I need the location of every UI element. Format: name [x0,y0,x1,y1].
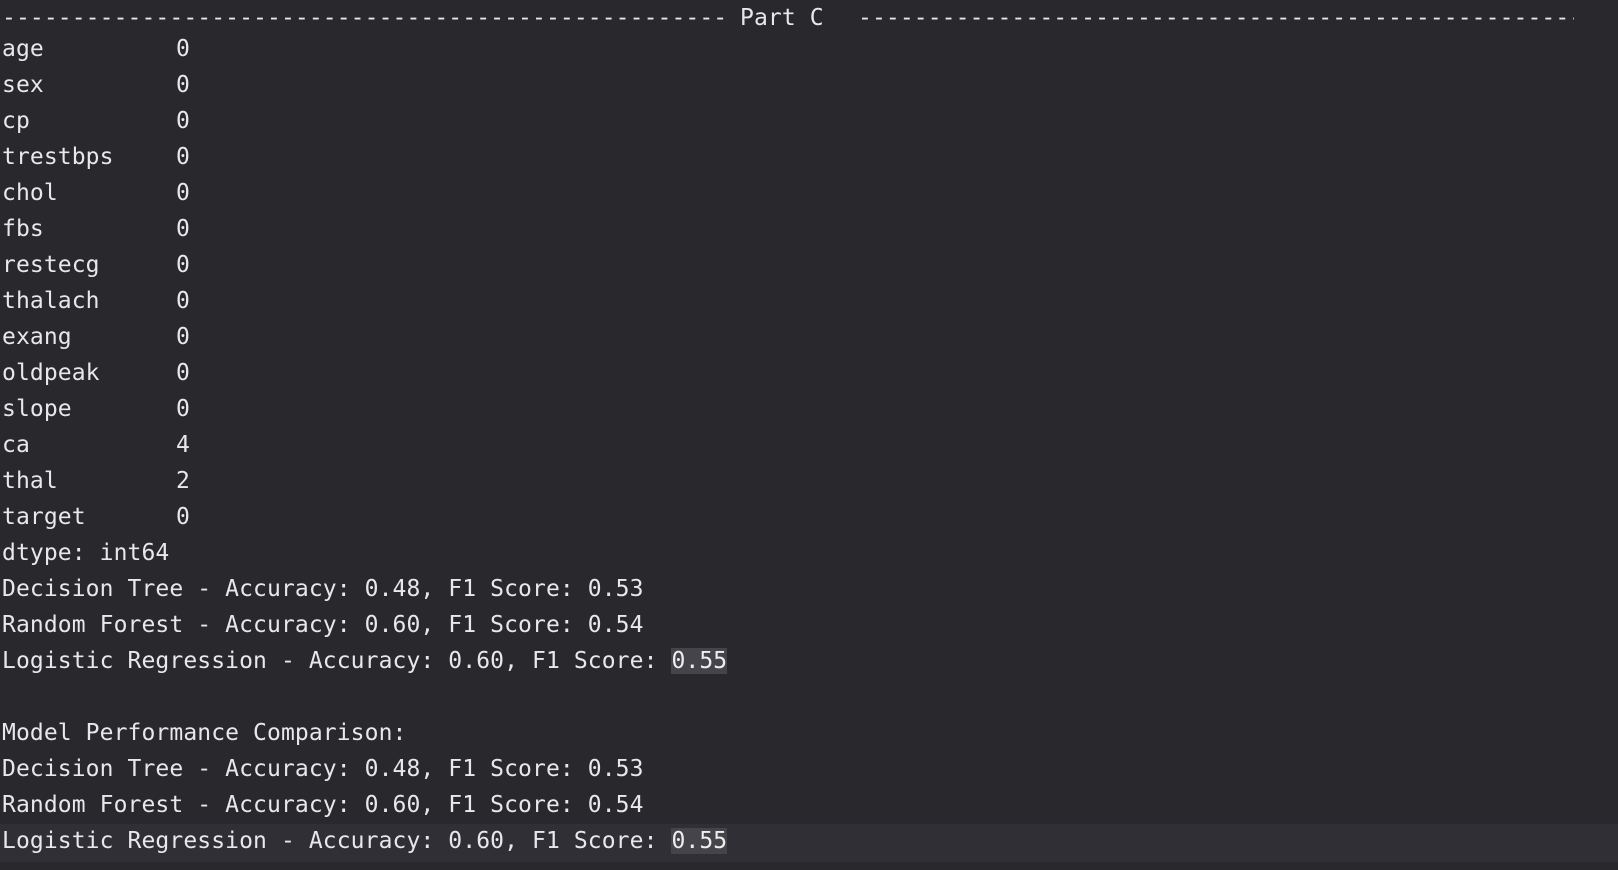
feature-name: age [2,36,44,62]
feature-name: exang [2,324,72,350]
feature-name: cp [2,108,30,134]
missing-count: 0 [176,216,190,242]
result-line: Random Forest - Accuracy: 0.60, F1 Score… [2,612,644,638]
missing-value-row: fbs 0 [2,211,190,247]
missing-value-row: sex 0 [2,67,190,103]
missing-value-row: age 0 [2,31,190,67]
missing-count: 0 [176,180,190,206]
header-dashes-left: ----------------------------------------… [2,5,724,31]
missing-value-row: trestbps 0 [2,139,190,175]
section-title: Part C [740,5,824,31]
terminal-window[interactable]: ----------------------------------------… [0,0,1618,870]
missing-count: 0 [176,288,190,314]
result-line-prefix: Logistic Regression - Accuracy: 0.60, F1… [2,828,672,854]
missing-count: 0 [176,252,190,278]
dtype-line: dtype: int64 [2,540,170,566]
feature-name: fbs [2,216,44,242]
missing-count: 4 [176,432,190,458]
missing-count: 0 [176,360,190,386]
feature-name: thal [2,468,58,494]
missing-value-row: slope 0 [2,391,190,427]
missing-count: 0 [176,108,190,134]
missing-count: 0 [176,72,190,98]
feature-name: slope [2,396,72,422]
missing-value-row: oldpeak 0 [2,355,190,391]
missing-value-row: cp 0 [2,103,190,139]
comparison-result-line: Logistic Regression - Accuracy: 0.60, F1… [2,823,728,859]
missing-count: 0 [176,504,190,530]
missing-value-row: chol 0 [2,175,190,211]
feature-name: oldpeak [2,360,100,386]
missing-count: 0 [176,324,190,350]
comparison-title: Model Performance Comparison: [2,720,407,746]
feature-name: restecg [2,252,100,278]
missing-count: 0 [176,396,190,422]
feature-name: ca [2,432,30,458]
result-line-prefix: Logistic Regression - Accuracy: 0.60, F1… [2,648,672,674]
comparison-result-line: Random Forest - Accuracy: 0.60, F1 Score… [2,792,644,818]
feature-name: sex [2,72,44,98]
result-line: Decision Tree - Accuracy: 0.48, F1 Score… [2,576,644,602]
selected-f1-value[interactable]: 0.55 [671,828,728,854]
feature-name: trestbps [2,144,114,170]
selected-f1-value[interactable]: 0.55 [671,648,728,674]
missing-value-row: exang 0 [2,319,190,355]
missing-value-row: thal 2 [2,463,190,499]
result-line: Logistic Regression - Accuracy: 0.60, F1… [2,643,728,679]
section-header: ----------------------------------------… [0,0,1618,36]
header-dashes-right: ----------------------------------------… [858,5,1574,31]
feature-name: thalach [2,288,100,314]
missing-count: 0 [176,144,190,170]
missing-value-row: thalach 0 [2,283,190,319]
missing-count: 2 [176,468,190,494]
feature-name: target [2,504,86,530]
missing-value-row: restecg 0 [2,247,190,283]
comparison-result-line: Decision Tree - Accuracy: 0.48, F1 Score… [2,756,644,782]
missing-value-row: target 0 [2,499,190,535]
missing-count: 0 [176,36,190,62]
feature-name: chol [2,180,58,206]
missing-value-row: ca 4 [2,427,190,463]
